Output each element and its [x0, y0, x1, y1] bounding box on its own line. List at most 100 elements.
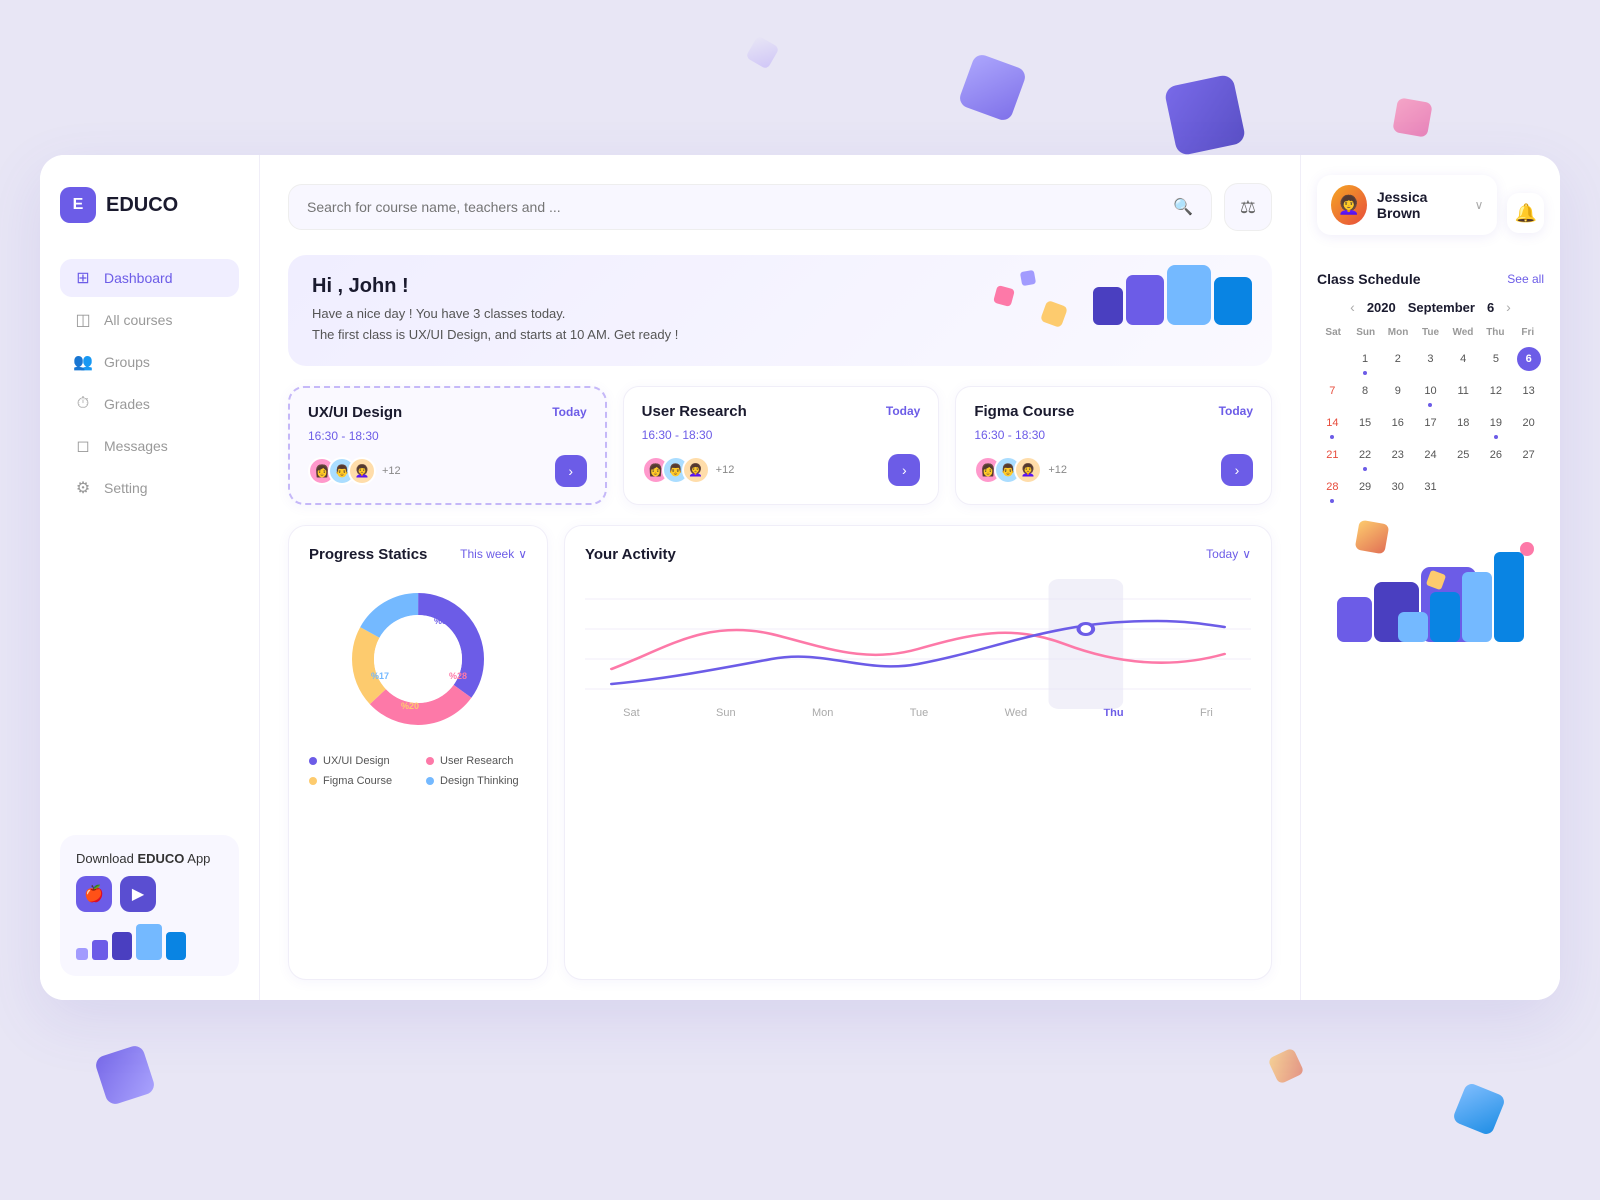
cal-day[interactable]: 25: [1451, 443, 1475, 467]
activity-title: Your Activity: [585, 546, 676, 563]
course-badge-ux: Today: [552, 405, 586, 419]
course-arrow-figma[interactable]: ›: [1221, 454, 1253, 486]
cal-day-wrapper: 22: [1350, 440, 1381, 470]
donut-chart: %35 %28 %20 %17: [338, 579, 498, 739]
cal-day-wrapper: 30: [1382, 472, 1413, 502]
cal-day[interactable]: 31: [1418, 475, 1442, 499]
cal-day-wrapper: 2: [1382, 344, 1413, 374]
sidebar-label-dashboard: Dashboard: [104, 270, 173, 286]
cal-day[interactable]: 20: [1517, 411, 1541, 435]
cal-day-wrapper: [1481, 472, 1512, 502]
cal-day-wrapper: 3: [1415, 344, 1446, 374]
legend-ux: UX/UI Design: [309, 755, 410, 767]
cal-day-wrapper: 12: [1481, 376, 1512, 406]
cal-day[interactable]: 4: [1451, 347, 1475, 371]
logo-text: EDUCO: [106, 194, 178, 217]
cal-day[interactable]: 16: [1386, 411, 1410, 435]
avatar-count-ux: +12: [382, 465, 401, 477]
donut-svg: %35 %28 %20 %17: [338, 579, 498, 739]
cal-day-wrapper: 25: [1448, 440, 1479, 470]
sidebar-item-setting[interactable]: ⚙ Setting: [60, 469, 239, 507]
course-avatars-figma: 👩 👨 👩‍🦱 +12: [974, 456, 1067, 484]
cal-day[interactable]: 23: [1386, 443, 1410, 467]
next-month-button[interactable]: ›: [1506, 299, 1511, 315]
cal-day[interactable]: 7: [1320, 379, 1344, 403]
sidebar-item-grades[interactable]: ⏱ Grades: [60, 385, 239, 423]
cal-day[interactable]: 5: [1484, 347, 1508, 371]
filter-button[interactable]: ⚖: [1224, 183, 1272, 231]
cal-day-wrapper: 13: [1513, 376, 1544, 406]
activity-panel: Your Activity Today ∨: [564, 525, 1272, 980]
cal-day[interactable]: 18: [1451, 411, 1475, 435]
search-box[interactable]: 🔍: [288, 184, 1212, 230]
course-arrow-ux[interactable]: ›: [555, 455, 587, 487]
course-arrow-ur[interactable]: ›: [888, 454, 920, 486]
cal-day[interactable]: 24: [1418, 443, 1442, 467]
apple-store-button[interactable]: 🍎: [76, 876, 112, 912]
calendar-title: Class Schedule: [1317, 271, 1421, 287]
cal-day-wrapper: 28: [1317, 472, 1348, 502]
cal-day[interactable]: 1: [1353, 347, 1377, 371]
activity-chart: [585, 579, 1251, 699]
legend-dot-figma: [309, 777, 317, 785]
cal-day[interactable]: 13: [1517, 379, 1541, 403]
sidebar-item-messages[interactable]: ◻ Messages: [60, 427, 239, 465]
search-input[interactable]: [307, 199, 1163, 215]
cal-day[interactable]: 2: [1386, 347, 1410, 371]
course-name-ux: UX/UI Design: [308, 404, 402, 421]
progress-filter[interactable]: This week ∨: [460, 547, 527, 561]
calendar-month: September: [1408, 300, 1475, 315]
legend-dot-design: [426, 777, 434, 785]
activity-svg: [585, 579, 1251, 709]
cal-day[interactable]: 15: [1353, 411, 1377, 435]
cal-day[interactable]: 22: [1353, 443, 1377, 467]
cal-day[interactable]: 3: [1418, 347, 1442, 371]
activity-filter[interactable]: Today ∨: [1206, 547, 1251, 561]
sidebar-item-dashboard[interactable]: ⊞ Dashboard: [60, 259, 239, 297]
cal-day[interactable]: 17: [1418, 411, 1442, 435]
svg-text:%35: %35: [434, 616, 452, 626]
legend-design: Design Thinking: [426, 775, 527, 787]
cal-day[interactable]: 28: [1320, 475, 1344, 499]
dow-sun: Sun: [1349, 325, 1381, 340]
cal-day[interactable]: 21: [1320, 443, 1344, 467]
cal-day-wrapper: 4: [1448, 344, 1479, 374]
right-panel: 👩‍🦱 Jessica Brown ∨ 🔔 Class Schedule See…: [1300, 155, 1560, 1000]
dow-tue: Tue: [1414, 325, 1446, 340]
avatar: 👩‍🦱: [1014, 456, 1042, 484]
welcome-line2: The first class is UX/UI Design, and sta…: [312, 325, 1248, 346]
cal-day-wrapper: 19: [1481, 408, 1512, 438]
cal-day[interactable]: 11: [1451, 379, 1475, 403]
groups-icon: 👥: [74, 353, 92, 371]
cal-day[interactable]: 9: [1386, 379, 1410, 403]
course-badge-ur: Today: [886, 404, 920, 418]
cal-day[interactable]: 10: [1418, 379, 1442, 403]
bottom-panels: Progress Statics This week ∨: [288, 525, 1272, 980]
notification-button[interactable]: 🔔: [1507, 193, 1544, 233]
cal-day[interactable]: 6: [1517, 347, 1541, 371]
cal-day[interactable]: 26: [1484, 443, 1508, 467]
user-card[interactable]: 👩‍🦱 Jessica Brown ∨: [1317, 175, 1497, 235]
prev-month-button[interactable]: ‹: [1350, 299, 1355, 315]
see-all-button[interactable]: See all: [1507, 272, 1544, 286]
cal-day-wrapper: 11: [1448, 376, 1479, 406]
store-buttons: 🍎 ▶: [76, 876, 223, 912]
cal-day-wrapper: 23: [1382, 440, 1413, 470]
sidebar-nav: ⊞ Dashboard ◫ All courses 👥 Groups ⏱ Gra…: [60, 259, 239, 511]
legend-dot-ur: [426, 757, 434, 765]
main-dashboard-card: E EDUCO ⊞ Dashboard ◫ All courses 👥 Grou…: [40, 155, 1560, 1000]
cal-day[interactable]: 27: [1517, 443, 1541, 467]
sidebar-item-groups[interactable]: 👥 Groups: [60, 343, 239, 381]
cal-day[interactable]: 29: [1353, 475, 1377, 499]
cal-day[interactable]: 14: [1320, 411, 1344, 435]
play-store-button[interactable]: ▶: [120, 876, 156, 912]
cal-day[interactable]: 30: [1386, 475, 1410, 499]
sidebar-label-courses: All courses: [104, 312, 172, 328]
welcome-banner: Hi , John ! Have a nice day ! You have 3…: [288, 255, 1272, 366]
sidebar-label-groups: Groups: [104, 354, 150, 370]
sidebar-item-all-courses[interactable]: ◫ All courses: [60, 301, 239, 339]
cal-day[interactable]: 12: [1484, 379, 1508, 403]
course-avatars-ux: 👩 👨 👩‍🦱 +12: [308, 457, 401, 485]
cal-day[interactable]: 8: [1353, 379, 1377, 403]
cal-day[interactable]: 19: [1484, 411, 1508, 435]
